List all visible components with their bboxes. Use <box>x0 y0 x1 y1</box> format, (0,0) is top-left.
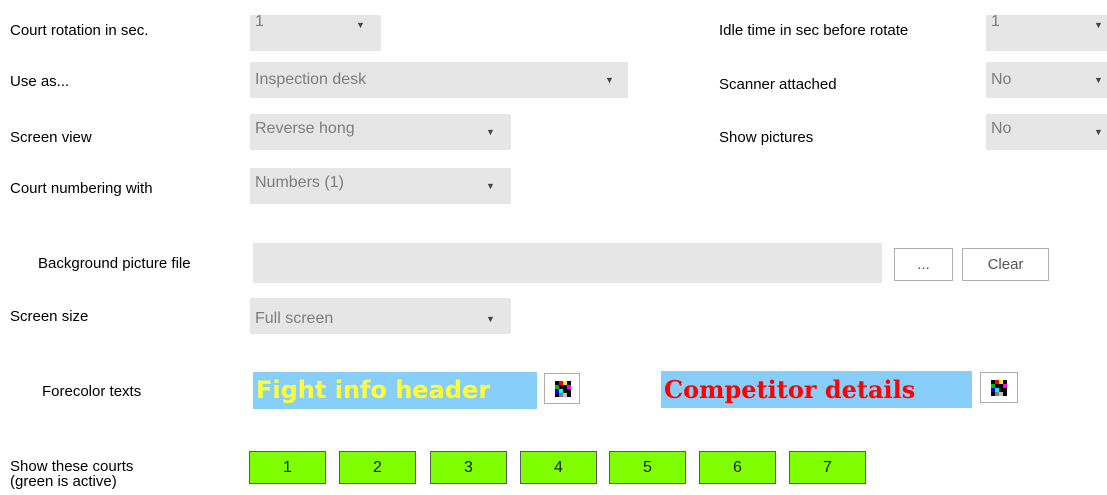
screen-view-label: Screen view <box>10 129 92 146</box>
show-pictures-value: No <box>991 120 1012 137</box>
court-toggle-5[interactable]: 5 <box>609 451 686 484</box>
chevron-down-icon: ▼ <box>605 75 614 85</box>
court-rotation-label: Court rotation in sec. <box>10 22 149 39</box>
screen-size-select[interactable]: Full screen ▼ <box>250 298 511 334</box>
use-as-value: Inspection desk <box>255 71 367 88</box>
court-toggle-6[interactable]: 6 <box>699 451 776 484</box>
use-as-label: Use as... <box>10 73 70 90</box>
court-toggle-3[interactable]: 3 <box>430 451 507 484</box>
scanner-attached-label: Scanner attached <box>719 76 837 93</box>
screen-size-label: Screen size <box>10 308 89 325</box>
court-toggle-1[interactable]: 1 <box>249 451 326 484</box>
competitor-color-button[interactable] <box>980 372 1018 403</box>
idle-time-value: 1 <box>991 13 1000 30</box>
court-toggle-7[interactable]: 7 <box>789 451 866 484</box>
chevron-down-icon: ▼ <box>486 314 495 324</box>
chevron-down-icon: ▼ <box>486 181 495 191</box>
chevron-down-icon: ▼ <box>486 127 495 137</box>
scanner-attached-value: No <box>991 71 1012 88</box>
show-pictures-select[interactable]: No ▼ <box>986 114 1107 150</box>
court-rotation-value: 1 <box>255 13 264 30</box>
chevron-down-icon: ▼ <box>1094 127 1103 137</box>
browse-button[interactable]: ... <box>894 248 953 281</box>
idle-time-label: Idle time in sec before rotate <box>719 22 909 39</box>
use-as-select[interactable]: Inspection desk ▼ <box>250 62 628 98</box>
court-numbering-select[interactable]: Numbers (1) ▼ <box>250 168 511 204</box>
show-pictures-label: Show pictures <box>719 129 814 146</box>
chevron-down-icon: ▼ <box>1094 75 1103 85</box>
chevron-down-icon: ▼ <box>1094 20 1103 30</box>
screen-view-value: Reverse hong <box>255 120 355 137</box>
color-palette-icon <box>991 380 1007 396</box>
scanner-attached-select[interactable]: No ▼ <box>986 62 1107 98</box>
screen-view-select[interactable]: Reverse hong ▼ <box>250 114 511 150</box>
idle-time-select[interactable]: 1 ▼ <box>986 13 1107 51</box>
competitor-details-preview: Competitor details <box>661 371 972 408</box>
fight-info-color-button[interactable] <box>544 373 580 404</box>
court-numbering-value: Numbers (1) <box>255 174 344 191</box>
fight-info-header-preview: Fight info header <box>253 372 537 409</box>
show-courts-label-line2: (green is active) <box>10 473 117 490</box>
court-toggle-2[interactable]: 2 <box>339 451 416 484</box>
screen-size-value: Full screen <box>255 310 334 327</box>
color-palette-icon <box>555 381 571 397</box>
court-numbering-label: Court numbering with <box>10 180 153 197</box>
background-picture-field[interactable] <box>253 243 882 283</box>
show-courts-label: Show these courts (green is active) <box>10 459 133 489</box>
court-toggle-4[interactable]: 4 <box>520 451 597 484</box>
court-rotation-select[interactable]: 1 ▼ <box>250 13 381 51</box>
clear-button[interactable]: Clear <box>962 248 1049 281</box>
chevron-down-icon: ▼ <box>356 20 365 30</box>
background-picture-label: Background picture file <box>38 255 191 272</box>
show-courts-label-line1: Show these courts <box>10 458 134 475</box>
forecolor-texts-label: Forecolor texts <box>42 383 142 400</box>
